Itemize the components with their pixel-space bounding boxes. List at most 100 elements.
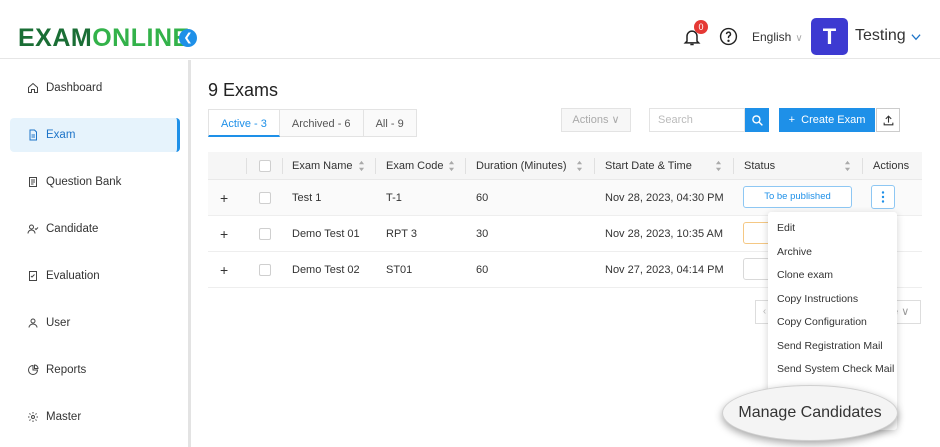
exam-tabs: Active - 3 Archived - 6 All - 9 (208, 109, 417, 137)
help-icon[interactable] (719, 27, 738, 46)
bulk-actions-dropdown[interactable]: Actions ∨ (561, 108, 631, 132)
sort-icon[interactable] (844, 160, 851, 172)
avatar[interactable]: T (811, 18, 848, 55)
sidebar-item-evaluation[interactable]: Evaluation (10, 259, 180, 293)
sidebar-item-candidate[interactable]: Candidate (10, 212, 180, 246)
search-button[interactable] (745, 108, 769, 132)
tab-all[interactable]: All - 9 (363, 109, 417, 137)
column-separator (465, 158, 466, 174)
sort-icon[interactable] (576, 160, 583, 172)
chevron-down-icon: ∨ (795, 33, 803, 44)
chevron-down-icon: ∨ (901, 306, 910, 318)
sort-icon[interactable] (715, 160, 722, 172)
column-separator (246, 158, 247, 174)
sort-icon[interactable] (358, 160, 365, 172)
menu-item-copy-configuration[interactable]: Copy Configuration (768, 311, 897, 335)
sidebar-item-exam[interactable]: Exam (10, 118, 180, 152)
brand-logo: EXAMONLINE (18, 22, 190, 54)
exam-name[interactable]: Demo Test 01 (292, 216, 360, 252)
sidebar-item-user[interactable]: User (10, 306, 180, 340)
column-separator (733, 158, 734, 174)
user-name[interactable]: Testing (855, 27, 906, 45)
search-icon (751, 114, 763, 126)
menu-item-clone-exam[interactable]: Clone exam (768, 264, 897, 288)
exam-name[interactable]: Demo Test 02 (292, 252, 360, 288)
brand-part-1: EXAM (18, 24, 93, 52)
column-header-duration[interactable]: Duration (Minutes) (476, 152, 566, 180)
sidebar-item-label: Reports (46, 364, 87, 376)
page-title: 9 Exams (208, 80, 279, 100)
menu-item-edit[interactable]: Edit (768, 217, 897, 241)
candidate-icon (27, 224, 39, 234)
question-bank-icon (29, 177, 37, 187)
collapse-sidebar-button[interactable]: ❮ (179, 29, 197, 47)
sidebar-item-label: Question Bank (46, 176, 122, 188)
tab-archived[interactable]: Archived - 6 (279, 109, 364, 137)
sidebar-item-label: Candidate (46, 223, 99, 235)
exam-start-date: Nov 28, 2023, 04:30 PM (605, 192, 724, 204)
create-exam-button[interactable]: + Create Exam (779, 108, 875, 132)
column-separator (594, 158, 595, 174)
expand-row-icon[interactable]: + (220, 180, 228, 216)
home-icon (28, 82, 38, 93)
more-vertical-icon (881, 191, 885, 203)
plus-icon: + (788, 114, 796, 126)
exam-icon (29, 129, 37, 141)
column-separator (375, 158, 376, 174)
menu-item-copy-instructions[interactable]: Copy Instructions (768, 288, 897, 312)
status-badge: To be published (743, 186, 852, 208)
exam-start-date: Nov 28, 2023, 10:35 AM (605, 228, 724, 240)
evaluation-icon (29, 271, 37, 281)
reports-icon (28, 364, 39, 375)
column-header-actions: Actions (873, 160, 910, 172)
sidebar-item-reports[interactable]: Reports (10, 353, 180, 387)
user-icon (28, 318, 38, 328)
row-checkbox[interactable] (259, 264, 271, 276)
sidebar-item-label: Master (46, 411, 82, 423)
column-separator (282, 158, 283, 174)
sidebar-item-label: Exam (46, 129, 76, 141)
sidebar-item-question-bank[interactable]: Question Bank (10, 165, 180, 199)
tab-active[interactable]: Active - 3 (208, 109, 280, 137)
sidebar-item-master[interactable]: Master (10, 400, 180, 434)
exam-name[interactable]: Test 1 (292, 180, 321, 216)
sidebar-item-dashboard[interactable]: Dashboard (10, 71, 180, 105)
row-actions-button[interactable] (871, 185, 895, 209)
exam-duration: 60 (476, 264, 489, 276)
sidebar-item-label: Evaluation (46, 270, 100, 282)
column-separator (862, 158, 863, 174)
menu-item-send-system-check-mail[interactable]: Send System Check Mail (768, 358, 897, 382)
expand-row-icon[interactable]: + (220, 216, 228, 252)
exam-duration: 30 (476, 228, 489, 240)
menu-item-send-registration-mail[interactable]: Send Registration Mail (768, 335, 897, 359)
notification-badge: 0 (694, 20, 708, 34)
bulk-actions-label: Actions (572, 114, 609, 126)
create-exam-label: Create Exam (801, 114, 866, 126)
menu-item-manage-candidates[interactable]: Manage Candidates (722, 385, 898, 441)
brand-part-2: ONLINE (92, 24, 190, 52)
upload-icon (883, 114, 893, 125)
column-header-status[interactable]: Status (744, 152, 775, 180)
column-header-start-date[interactable]: Start Date & Time (605, 152, 692, 180)
language-selector[interactable]: English ∨ (752, 30, 803, 44)
column-header-exam-name[interactable]: Exam Name (292, 152, 353, 180)
exam-duration: 60 (476, 192, 489, 204)
top-bar: EXAMONLINE ❮ 0 English ∨ T Testing (0, 0, 940, 59)
column-header-exam-code[interactable]: Exam Code (386, 152, 443, 180)
language-label: English (752, 30, 792, 44)
sort-icon[interactable] (448, 160, 455, 172)
select-all-checkbox[interactable] (259, 160, 271, 172)
table-row: + Test 1 T-1 60 Nov 28, 2023, 04:30 PM T… (208, 180, 922, 216)
row-checkbox[interactable] (259, 192, 271, 204)
expand-row-icon[interactable]: + (220, 252, 228, 288)
chevron-down-icon[interactable] (909, 30, 923, 44)
export-button[interactable] (876, 108, 900, 132)
search-input[interactable] (649, 108, 745, 132)
exam-code: RPT 3 (386, 228, 417, 240)
row-checkbox[interactable] (259, 228, 271, 240)
menu-item-archive[interactable]: Archive (768, 241, 897, 265)
sidebar: Dashboard Exam Question Bank Candidate E… (0, 60, 188, 447)
exam-code: ST01 (386, 264, 413, 276)
chevron-down-icon: ∨ (611, 114, 620, 126)
gear-icon (28, 412, 38, 422)
